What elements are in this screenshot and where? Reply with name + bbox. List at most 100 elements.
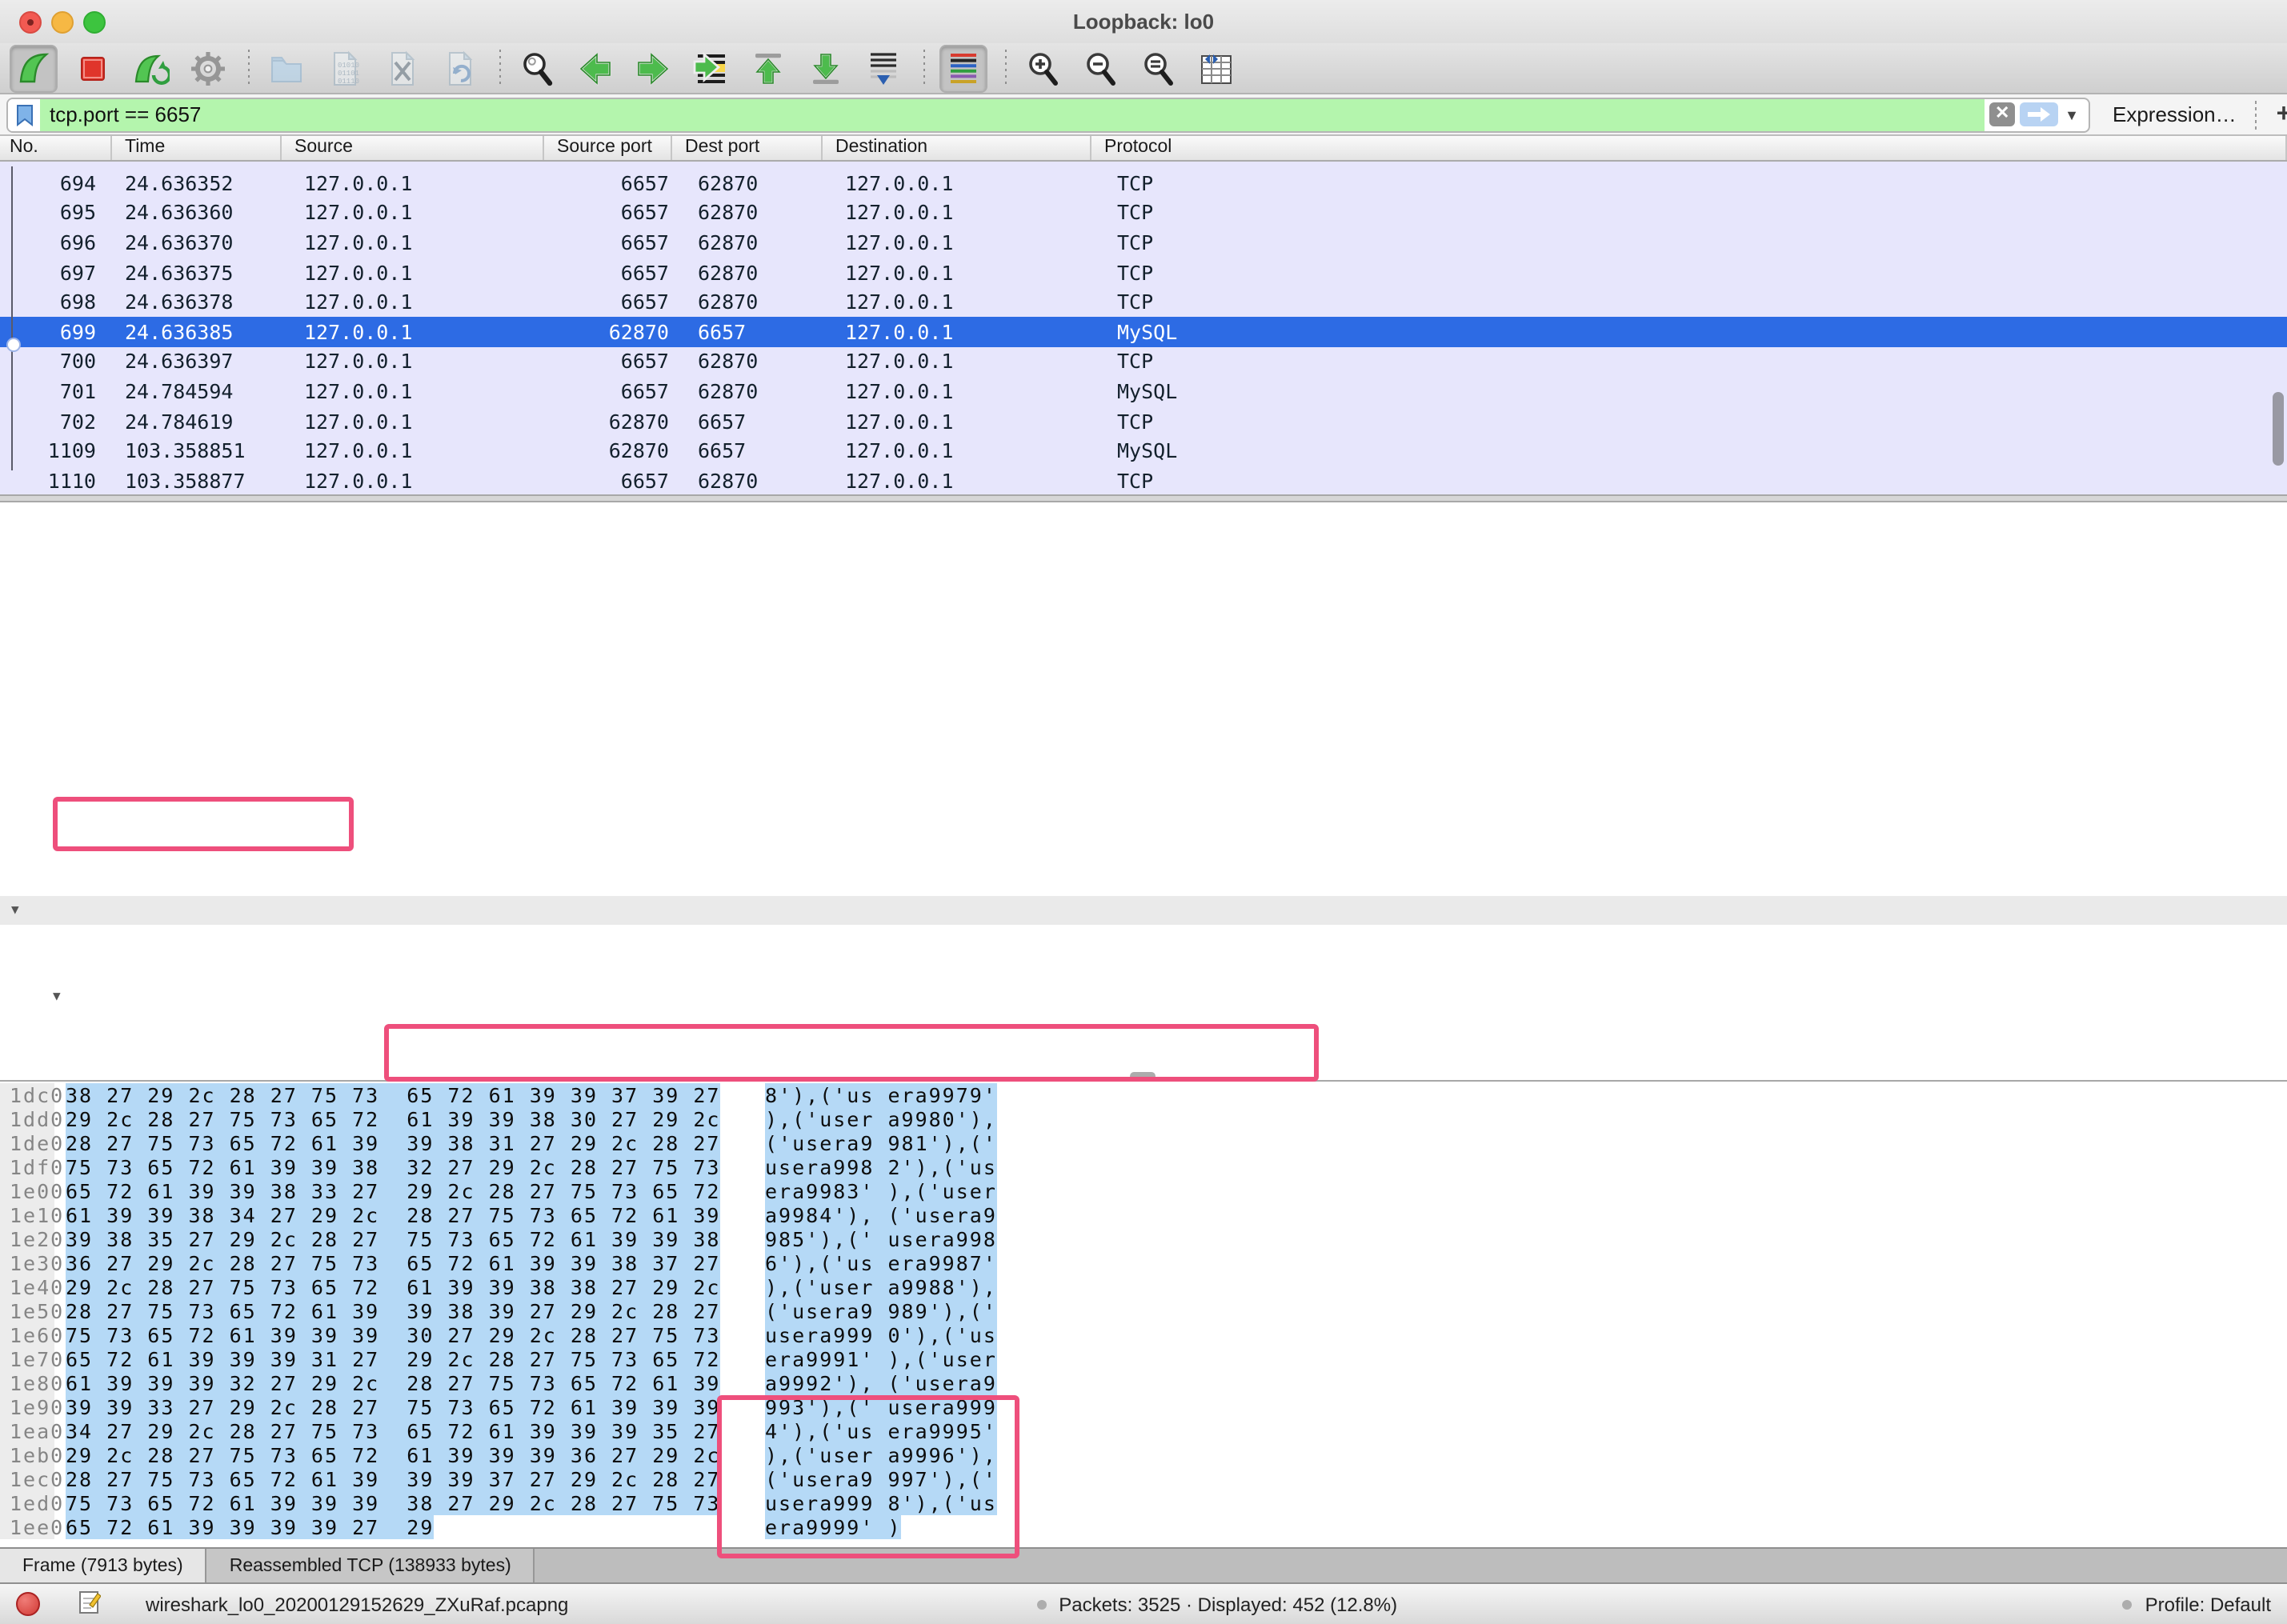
- column-header-source[interactable]: Source: [282, 136, 544, 160]
- filter-dropdown-caret[interactable]: ▼: [2065, 106, 2079, 122]
- details-scrollbar-thumb[interactable]: [1130, 1072, 1156, 1080]
- packet-list-scrollbar[interactable]: [2273, 392, 2284, 466]
- hex-bytes[interactable]: 39 38 35 27 29 2c 28 27 75 73 65 72 61 3…: [66, 1227, 720, 1251]
- detail-line[interactable]: ▼[Frame: 689, payload: 65332-81663 (1633…: [0, 637, 2287, 666]
- hex-ascii[interactable]: usera999 0'),('us: [765, 1323, 997, 1347]
- filter-text[interactable]: tcp.port == 6657: [40, 98, 1985, 130]
- stop-capture-icon[interactable]: [70, 46, 115, 90]
- hex-row[interactable]: 1e00 65 72 61 39 39 38 33 27 29 2c 28 27…: [0, 1179, 2287, 1203]
- hex-row[interactable]: 1e40 29 2c 28 27 75 73 65 72 61 39 39 38…: [0, 1275, 2287, 1299]
- packet-row[interactable]: 700 24.636397 127.0.0.1 6657 62870 127.0…: [0, 346, 2287, 376]
- hex-ascii[interactable]: ),('user a9980'),: [765, 1107, 997, 1131]
- hex-row[interactable]: 1df0 75 73 65 72 61 39 39 38 32 27 29 2c…: [0, 1155, 2287, 1179]
- detail-line[interactable]: ▼Request Command Query: [0, 982, 2287, 1011]
- hex-ascii[interactable]: 993'),(' usera999: [765, 1395, 997, 1419]
- packet-row[interactable]: 1109 103.358851 127.0.0.1 62870 6657 127…: [0, 436, 2287, 466]
- column-header-dest-port[interactable]: Dest port: [672, 136, 823, 160]
- detail-line[interactable]: ▼Command: Query (3): [0, 1011, 2287, 1040]
- hex-ascii[interactable]: usera999 8'),('us: [765, 1491, 997, 1515]
- hex-ascii[interactable]: 4'),('us era9995': [765, 1419, 997, 1443]
- expand-arrow-icon[interactable]: ▼: [11, 896, 19, 925]
- last-packet-icon[interactable]: [803, 46, 848, 90]
- expression-button[interactable]: Expression…: [2113, 102, 2237, 126]
- hex-bytes[interactable]: 61 39 39 39 32 27 29 2c 28 27 75 73 65 7…: [66, 1371, 720, 1395]
- detail-line[interactable]: ▼[Reassembled TCP Data: b11e020003494e53…: [0, 867, 2287, 896]
- hex-bytes[interactable]: 75 73 65 72 61 39 39 38 32 27 29 2c 28 2…: [66, 1155, 720, 1179]
- hex-ascii[interactable]: ('usera9 989'),(': [765, 1299, 997, 1323]
- column-header-source-port[interactable]: Source port: [544, 136, 672, 160]
- hex-row[interactable]: 1de0 28 27 75 73 65 72 61 39 39 38 31 27…: [0, 1131, 2287, 1155]
- detail-line[interactable]: ▼[Frame: 699, payload: 131076-138932 (78…: [0, 781, 2287, 810]
- detail-line[interactable]: ▼[Frame: 687, payload: 32668-48999 (1633…: [0, 579, 2287, 608]
- hex-row[interactable]: 1eb0 29 2c 28 27 75 73 65 72 61 39 39 39…: [0, 1443, 2287, 1467]
- detail-line[interactable]: ▼MySQL Protocol: [0, 896, 2287, 925]
- packet-row[interactable]: 694 24.636352 127.0.0.1 6657 62870 127.0…: [0, 168, 2287, 198]
- hex-ascii[interactable]: 985'),(' usera998: [765, 1227, 997, 1251]
- hex-bytes[interactable]: 75 73 65 72 61 39 39 39 38 27 29 2c 28 2…: [66, 1491, 720, 1515]
- first-packet-icon[interactable]: [746, 46, 791, 90]
- hex-row[interactable]: 1ec0 28 27 75 73 65 72 61 39 39 39 37 27…: [0, 1467, 2287, 1491]
- hex-row[interactable]: 1ed0 75 73 65 72 61 39 39 39 38 27 29 2c…: [0, 1491, 2287, 1515]
- hex-bytes[interactable]: 65 72 61 39 39 39 31 27 29 2c 28 27 75 7…: [66, 1347, 720, 1371]
- packet-row[interactable]: 702 24.784619 127.0.0.1 62870 6657 127.0…: [0, 406, 2287, 436]
- expand-arrow-icon[interactable]: ▼: [53, 982, 61, 1011]
- hex-bytes[interactable]: 65 72 61 39 39 38 33 27 29 2c 28 27 75 7…: [66, 1179, 720, 1203]
- bookmark-icon[interactable]: [8, 98, 40, 130]
- hex-ascii[interactable]: 8'),('us era9979': [765, 1083, 997, 1107]
- packet-row[interactable]: 699 24.636385 127.0.0.1 62870 6657 127.0…: [0, 317, 2287, 346]
- hex-bytes[interactable]: 28 27 75 73 65 72 61 39 39 38 39 27 29 2…: [66, 1299, 720, 1323]
- detail-line[interactable]: ▼[Reassembled TCP length: 138933]: [0, 838, 2287, 867]
- save-file-icon[interactable]: 010100110101110: [322, 46, 366, 90]
- column-header-no[interactable]: No.: [0, 136, 112, 160]
- hex-bytes[interactable]: 29 2c 28 27 75 73 65 72 61 39 39 38 38 2…: [66, 1275, 720, 1299]
- packet-row[interactable]: 695 24.636360 127.0.0.1 6657 62870 127.0…: [0, 198, 2287, 227]
- apply-filter-button[interactable]: [2020, 102, 2058, 126]
- hex-ascii[interactable]: era9991' ),('user: [765, 1347, 997, 1371]
- hex-ascii[interactable]: ),('user a9996'),: [765, 1443, 997, 1467]
- column-header-time[interactable]: Time: [112, 136, 282, 160]
- column-header-destination[interactable]: Destination: [823, 136, 1091, 160]
- hex-bytes[interactable]: 65 72 61 39 39 39 39 27 29: [66, 1515, 434, 1539]
- hex-ascii[interactable]: ),('user a9988'),: [765, 1275, 997, 1299]
- capture-comment-icon[interactable]: [78, 1590, 101, 1618]
- detail-line[interactable]: ▼[Frame: 685, payload: 4-16335 (16332 by…: [0, 522, 2287, 550]
- capture-options-icon[interactable]: [186, 46, 230, 90]
- auto-scroll-icon[interactable]: [861, 46, 906, 90]
- hex-bytes[interactable]: 38 27 29 2c 28 27 75 73 65 72 61 39 39 3…: [66, 1083, 720, 1107]
- goto-packet-icon[interactable]: [688, 46, 733, 90]
- detail-line[interactable]: ▼[Frame: 688, payload: 49000-65331 (1633…: [0, 608, 2287, 637]
- hex-ascii[interactable]: ('usera9 981'),(': [765, 1131, 997, 1155]
- hex-ascii[interactable]: a9984'), ('usera9: [765, 1203, 997, 1227]
- detail-line[interactable]: ▼[Frame: 691, payload: 97996-114327 (163…: [0, 694, 2287, 723]
- hex-ascii[interactable]: a9992'), ('usera9: [765, 1371, 997, 1395]
- zoom-original-icon[interactable]: [1136, 46, 1181, 90]
- clear-filter-button[interactable]: ✕: [1989, 102, 2015, 126]
- expert-info-icon[interactable]: [16, 1592, 40, 1616]
- reload-file-icon[interactable]: [437, 46, 482, 90]
- hex-ascii[interactable]: usera998 2'),('us: [765, 1155, 997, 1179]
- hex-ascii[interactable]: 6'),('us era9987': [765, 1251, 997, 1275]
- hex-row[interactable]: 1e60 75 73 65 72 61 39 39 39 30 27 29 2c…: [0, 1323, 2287, 1347]
- hex-bytes[interactable]: 29 2c 28 27 75 73 65 72 61 39 39 39 36 2…: [66, 1443, 720, 1467]
- find-packet-icon[interactable]: [515, 46, 560, 90]
- hex-bytes[interactable]: 28 27 75 73 65 72 61 39 39 38 31 27 29 2…: [66, 1131, 720, 1155]
- hex-row[interactable]: 1ee0 65 72 61 39 39 39 39 27 29 era9999'…: [0, 1515, 2287, 1539]
- profile-status[interactable]: Profile: Default: [2145, 1593, 2271, 1615]
- resize-columns-icon[interactable]: [1194, 46, 1239, 90]
- detail-line[interactable]: ▼[Frame: 683, payload: 0-3 (4 bytes)]: [0, 502, 2287, 522]
- hex-row[interactable]: 1ea0 34 27 29 2c 28 27 75 73 65 72 61 39…: [0, 1419, 2287, 1443]
- open-file-icon[interactable]: [264, 46, 309, 90]
- hex-row[interactable]: 1e50 28 27 75 73 65 72 61 39 39 38 39 27…: [0, 1299, 2287, 1323]
- detail-line[interactable]: ▼Statement [truncated]: INSERT INTO `tes…: [0, 1040, 2287, 1069]
- restart-capture-icon[interactable]: [128, 46, 173, 90]
- hex-ascii[interactable]: ('usera9 997'),(': [765, 1467, 997, 1491]
- detail-line[interactable]: ▼[Frame: 686, payload: 16336-32667 (1633…: [0, 550, 2287, 579]
- zoom-in-icon[interactable]: [1021, 46, 1066, 90]
- detail-line[interactable]: ▼Packet Length: 138929: [0, 925, 2287, 954]
- hex-row[interactable]: 1e30 36 27 29 2c 28 27 75 73 65 72 61 39…: [0, 1251, 2287, 1275]
- column-header-protocol[interactable]: Protocol: [1091, 136, 2287, 160]
- detail-line[interactable]: ▼[Frame: 690, payload: 81664-97995 (1633…: [0, 666, 2287, 694]
- detail-line[interactable]: ▼Packet Number: 0: [0, 954, 2287, 982]
- hex-row[interactable]: 1e20 39 38 35 27 29 2c 28 27 75 73 65 72…: [0, 1227, 2287, 1251]
- hex-bytes[interactable]: 34 27 29 2c 28 27 75 73 65 72 61 39 39 3…: [66, 1419, 720, 1443]
